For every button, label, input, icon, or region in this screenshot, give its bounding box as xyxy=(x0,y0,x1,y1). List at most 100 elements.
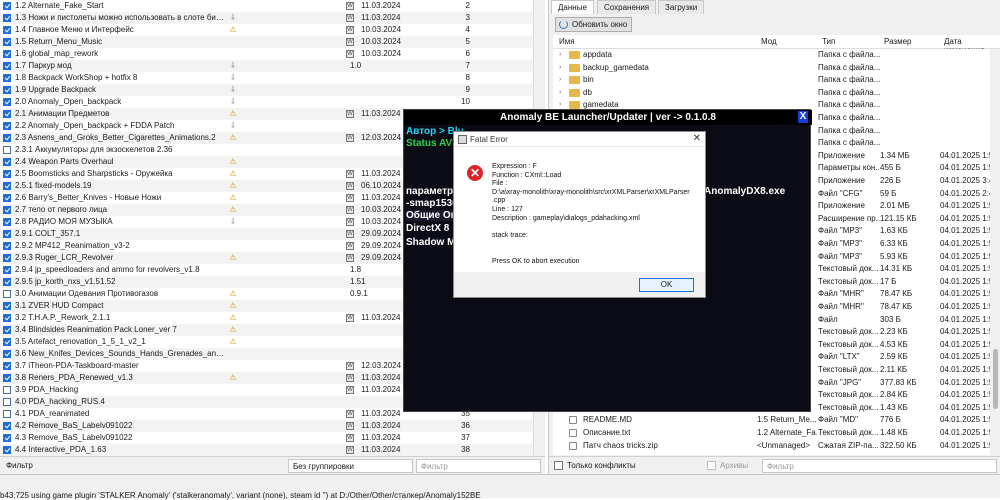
scrollbar-thumb[interactable] xyxy=(993,349,998,409)
dialog-close-icon[interactable]: ✕ xyxy=(693,133,701,144)
mod-checkbox[interactable] xyxy=(3,338,11,346)
mod-checkbox[interactable] xyxy=(3,254,11,262)
file-mod: 1.5 Return_Me... xyxy=(757,415,817,425)
mod-checkbox[interactable] xyxy=(3,374,11,382)
mod-version: 1.8 xyxy=(350,265,362,274)
mod-checkbox[interactable] xyxy=(3,386,11,394)
mod-checkbox[interactable] xyxy=(3,38,11,46)
mod-checkbox[interactable] xyxy=(3,290,11,298)
expand-chevron-icon[interactable]: › xyxy=(559,49,561,61)
mod-name: 2.4 Weapon Parts Overhaul xyxy=(15,157,114,166)
mod-checkbox[interactable] xyxy=(3,422,11,430)
col-type[interactable]: Тип xyxy=(822,37,835,46)
mod-name: 4.2 Remove_BaS_Labelv091022 xyxy=(15,421,133,430)
tab-data[interactable]: Данные xyxy=(551,0,594,14)
mod-name: 4.1 PDA_reanimated xyxy=(15,409,90,418)
mod-checkbox[interactable] xyxy=(3,2,11,10)
mod-checkbox[interactable] xyxy=(3,326,11,334)
mod-checkbox[interactable] xyxy=(3,410,11,418)
tab-downloads[interactable]: Загрузки xyxy=(658,0,705,14)
file-row[interactable]: › appdata Папка с файла... xyxy=(553,49,1000,61)
mod-row[interactable]: 1.8 Backpack WorkShop + hotfix 8 ⸸ 8 xyxy=(0,72,545,84)
mod-checkbox[interactable] xyxy=(3,158,11,166)
file-size: 1.43 КБ xyxy=(880,402,908,412)
conflicts-checkbox[interactable] xyxy=(554,461,563,470)
archive-icon: W xyxy=(346,134,354,142)
mod-row[interactable]: 1.3 Ножи и пистолеты можно использовать … xyxy=(0,12,545,24)
file-row[interactable]: › db Папка с файла... xyxy=(553,87,1000,99)
mod-checkbox[interactable] xyxy=(3,26,11,34)
mod-row[interactable]: 1.7 Паркур мод ⸸ 1.0 7 xyxy=(0,60,545,72)
mod-checkbox[interactable] xyxy=(3,50,11,58)
mod-row[interactable]: 1.6 global_map_rework W 10.03.2024 6 xyxy=(0,48,545,60)
mod-checkbox[interactable] xyxy=(3,98,11,106)
col-size[interactable]: Размер xyxy=(884,37,912,46)
mod-filter-input[interactable]: Фильтр xyxy=(416,459,541,473)
mod-checkbox[interactable] xyxy=(3,170,11,178)
file-row[interactable]: Патч chaos tricks.zip <Unmanaged> Сжатая Z… xyxy=(553,440,1000,452)
file-tree-scrollbar[interactable] xyxy=(990,49,1000,455)
mod-row[interactable]: 4.4 Interactive_PDA_1.63 W 11.03.2024 38 xyxy=(0,444,545,456)
refresh-button[interactable]: Обновить окно xyxy=(555,17,633,32)
mod-checkbox[interactable] xyxy=(3,86,11,94)
mod-checkbox[interactable] xyxy=(3,206,11,214)
mod-checkbox[interactable] xyxy=(3,74,11,82)
file-type: Папка с файла... xyxy=(818,100,880,110)
mod-checkbox[interactable] xyxy=(3,62,11,70)
mod-checkbox[interactable] xyxy=(3,218,11,226)
mod-checkbox[interactable] xyxy=(3,398,11,406)
col-name[interactable]: Имя xyxy=(559,37,575,46)
file-type: Файл "MHR" xyxy=(818,302,864,311)
mod-row[interactable]: 1.9 Upgrade Backpack ⸸ 9 xyxy=(0,84,545,96)
file-row[interactable]: README.MD 1.5 Return_Me... Файл "MD" 776 Б0… xyxy=(553,414,1000,426)
mod-checkbox[interactable] xyxy=(3,266,11,274)
mod-row[interactable]: 1.4 Главное Меню и Интерфейс ⚠ W 10.03.2024… xyxy=(0,24,545,36)
grouping-select[interactable]: Без группировки xyxy=(288,459,413,473)
file-type: Текстовый док... xyxy=(818,365,879,374)
file-type: Текстовый док... xyxy=(818,276,879,286)
mod-checkbox[interactable] xyxy=(3,122,11,130)
mod-row[interactable]: 1.2 Alternate_Fake_Start W 11.03.2024 2 xyxy=(0,0,545,12)
mod-checkbox[interactable] xyxy=(3,194,11,202)
archives-checkbox[interactable] xyxy=(707,461,716,470)
file-filter-input[interactable]: Фильтр xyxy=(762,459,997,473)
mod-checkbox[interactable] xyxy=(3,14,11,22)
file-row[interactable]: › bin Папка с файла... xyxy=(553,74,1000,86)
tab-saves[interactable]: Сохранения xyxy=(597,0,657,14)
mod-checkbox[interactable] xyxy=(3,278,11,286)
mod-row[interactable]: 1.5 Return_Menu_Music W 10.03.2024 5 xyxy=(0,36,545,48)
file-row[interactable]: › backup_gamedata Папка с файла... xyxy=(553,62,1000,74)
mod-priority: 10 xyxy=(461,97,470,106)
mod-checkbox[interactable] xyxy=(3,146,11,154)
tool-icon: ⸸ xyxy=(231,85,235,94)
mod-row[interactable]: 4.2 Remove_BaS_Labelv091022 W 11.03.2024 36 xyxy=(0,420,545,432)
file-type: Папка с файла... xyxy=(818,125,880,135)
mod-checkbox[interactable] xyxy=(3,302,11,310)
mod-checkbox[interactable] xyxy=(3,314,11,322)
expand-chevron-icon[interactable]: › xyxy=(559,62,561,74)
mod-checkbox[interactable] xyxy=(3,434,11,442)
expand-chevron-icon[interactable]: › xyxy=(559,74,561,86)
mod-checkbox[interactable] xyxy=(3,110,11,118)
mod-priority: 5 xyxy=(465,37,470,46)
mod-checkbox[interactable] xyxy=(3,362,11,370)
launcher-tabs[interactable]: Общие Or xyxy=(406,210,455,221)
mod-checkbox[interactable] xyxy=(3,446,11,454)
col-mod[interactable]: Мод xyxy=(761,37,777,46)
mod-row[interactable]: 4.3 Remove_BaS_Labelv091022 W 11.03.2024 37 xyxy=(0,432,545,444)
mod-checkbox[interactable] xyxy=(3,134,11,142)
mod-row[interactable]: 2.0 Anomaly_Open_backpack ⸸ 10 xyxy=(0,96,545,108)
file-row[interactable]: Описание.txt 1.2 Alternate_Fa... Текстовый… xyxy=(553,427,1000,439)
mod-checkbox[interactable] xyxy=(3,182,11,190)
file-size: 121.15 КБ xyxy=(880,213,917,223)
ok-button[interactable]: OK xyxy=(639,278,694,292)
expand-chevron-icon[interactable]: › xyxy=(559,87,561,99)
mod-checkbox[interactable] xyxy=(3,230,11,238)
launcher-directx[interactable]: DirectX 8 xyxy=(406,223,449,234)
mod-checkbox[interactable] xyxy=(3,242,11,250)
warning-icon: ⚠ xyxy=(229,193,237,202)
mod-checkbox[interactable] xyxy=(3,350,11,358)
file-type: Файл "MP3" xyxy=(818,251,863,261)
launcher-close-button[interactable]: X xyxy=(798,111,808,123)
file-type: Сжатая ZIP-па... xyxy=(818,440,879,450)
